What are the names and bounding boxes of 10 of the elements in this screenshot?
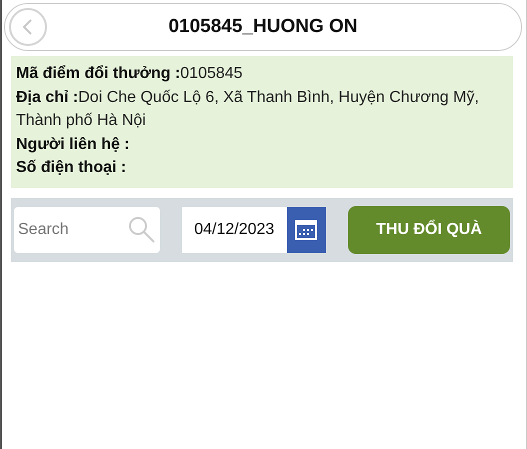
info-line: Người liên hệ : xyxy=(16,134,131,154)
date-field[interactable]: 04/12/2023 xyxy=(182,206,287,252)
search-field[interactable]: Search xyxy=(14,206,160,252)
calendar-icon xyxy=(295,220,318,240)
info-line: Địa chỉ :Doi Che Quốc Lộ 6, Xã Thanh Bình, Huyện Chương Mỹ, Thành phố Hà Nội xyxy=(16,88,480,131)
page-title: 0105845_HUONG ON xyxy=(168,16,358,38)
redeem-button[interactable]: THU ĐỔI QUÀ xyxy=(348,206,510,254)
calendar-button[interactable] xyxy=(286,206,326,252)
info-line: Số điện thoại : xyxy=(16,158,128,178)
info-line: Mã điểm đổi thưởng :0105845 xyxy=(16,64,244,84)
